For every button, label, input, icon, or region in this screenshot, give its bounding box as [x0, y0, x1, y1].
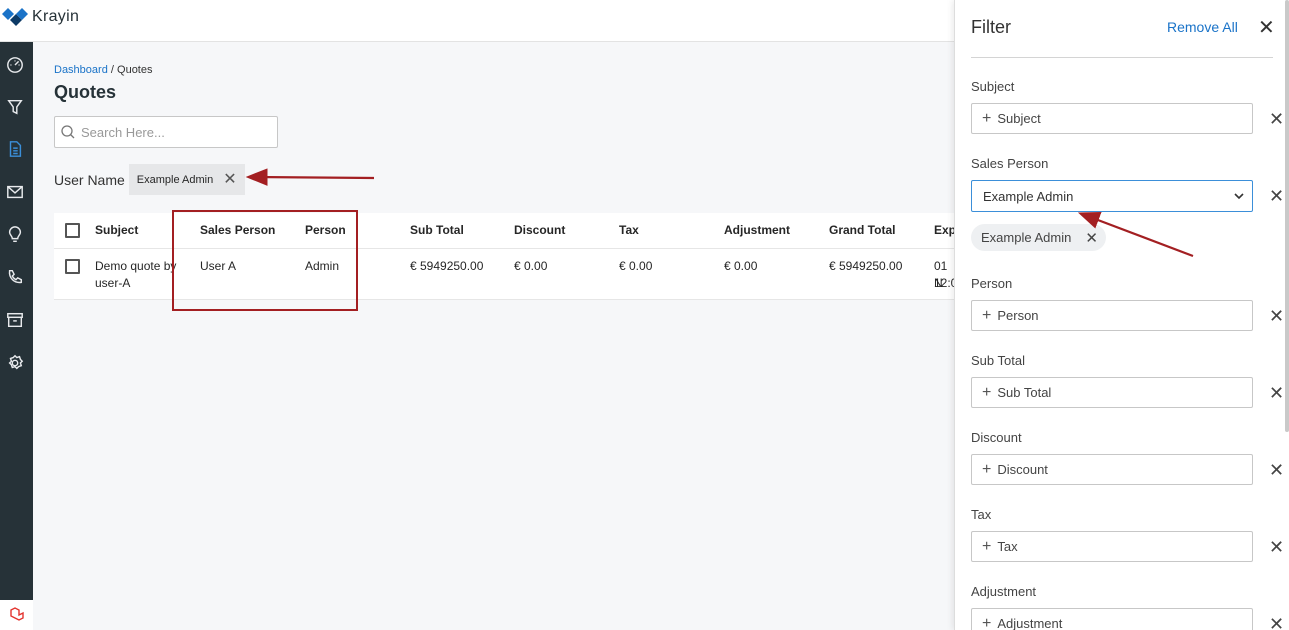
header-expired[interactable]: Exp: [934, 222, 956, 239]
tax-clear-icon[interactable]: ✕: [1269, 538, 1284, 556]
active-filter-chip: Example Admin ✕: [128, 164, 245, 195]
dashboard-icon[interactable]: [4, 54, 26, 76]
sales-person-chip-text: Example Admin: [981, 230, 1072, 245]
page-title: Quotes: [54, 82, 117, 102]
cell-discount: € 0.00: [514, 259, 548, 273]
active-filter-label: User Name: [54, 171, 125, 188]
subject-filter-field[interactable]: + Subject: [971, 103, 1253, 134]
cell-tax: € 0.00: [619, 259, 653, 273]
mail-icon[interactable]: [4, 181, 26, 203]
sales-person-clear-icon[interactable]: ✕: [1269, 187, 1284, 205]
phone-icon[interactable]: [4, 266, 26, 288]
filter-panel-header: Filter Remove All ✕: [971, 16, 1275, 58]
filter-icon[interactable]: [4, 96, 26, 118]
sub-total-label: Sub Total: [971, 353, 1025, 368]
search-box[interactable]: [54, 116, 278, 148]
person-label: Person: [971, 276, 1013, 291]
cell-adjustment: € 0.00: [724, 259, 758, 273]
annotation-highlight-box: [172, 210, 358, 311]
person-filter-placeholder: Person: [997, 308, 1039, 323]
sub-total-filter-field[interactable]: + Sub Total: [971, 377, 1253, 408]
sales-person-select[interactable]: Example Admin: [971, 180, 1253, 212]
plus-icon: +: [982, 614, 992, 630]
header-discount[interactable]: Discount: [514, 222, 565, 239]
plus-icon: +: [982, 460, 992, 478]
discount-label: Discount: [971, 430, 1022, 445]
header-adjustment[interactable]: Adjustment: [724, 222, 790, 239]
sub-total-clear-icon[interactable]: ✕: [1269, 384, 1284, 402]
settings-icon[interactable]: [4, 352, 26, 374]
plus-icon: +: [982, 383, 992, 401]
chip-close-icon[interactable]: ✕: [1085, 229, 1098, 247]
person-filter-field[interactable]: + Person: [971, 300, 1253, 331]
app-name: Krayin: [32, 8, 80, 25]
app-logo[interactable]: Krayin: [2, 8, 79, 26]
filter-panel: Filter Remove All ✕ Subject + Subject ✕ …: [954, 0, 1289, 630]
adjustment-filter-placeholder: Adjustment: [997, 616, 1063, 630]
subject-clear-icon[interactable]: ✕: [1269, 110, 1284, 128]
subject-label: Subject: [971, 79, 1015, 94]
plus-icon: +: [982, 109, 992, 127]
adjustment-filter-field[interactable]: + Adjustment: [971, 608, 1253, 630]
panel-scrollbar[interactable]: [1285, 0, 1289, 432]
chip-close-icon[interactable]: ✕: [223, 171, 236, 188]
header-sub-total[interactable]: Sub Total: [410, 222, 464, 239]
breadcrumb-current: Quotes: [117, 64, 153, 76]
sidebar: [0, 42, 33, 630]
plus-icon: +: [982, 537, 992, 555]
sales-person-label: Sales Person: [971, 156, 1049, 171]
header-subject[interactable]: Subject: [95, 222, 138, 239]
chevron-down-icon: [1234, 193, 1244, 200]
subject-filter-placeholder: Subject: [997, 111, 1041, 126]
search-icon: [61, 125, 75, 139]
tax-filter-field[interactable]: + Tax: [971, 531, 1253, 562]
main-content: Dashboard / Quotes Quotes User Name Exam…: [33, 42, 957, 630]
discount-filter-placeholder: Discount: [997, 462, 1048, 477]
adjustment-label: Adjustment: [971, 584, 1037, 599]
header-tax[interactable]: Tax: [619, 222, 639, 239]
active-filter-row: User Name Example Admin ✕: [54, 164, 245, 195]
krayin-logo-icon: [2, 8, 28, 26]
breadcrumb-separator: /: [110, 64, 114, 76]
close-icon[interactable]: ✕: [1258, 18, 1275, 38]
search-input[interactable]: [81, 124, 261, 140]
active-filter-chip-text: Example Admin: [136, 173, 214, 186]
bulb-icon[interactable]: [4, 224, 26, 246]
remove-all-button[interactable]: Remove All: [1167, 19, 1238, 35]
sales-person-chip: Example Admin ✕: [971, 224, 1106, 251]
archive-icon[interactable]: [4, 309, 26, 331]
cell-sub-total: € 5949250.00: [410, 259, 484, 273]
plus-icon: +: [982, 306, 992, 324]
breadcrumb-dashboard-link[interactable]: Dashboard: [54, 64, 108, 76]
tax-label: Tax: [971, 507, 992, 522]
person-clear-icon[interactable]: ✕: [1269, 307, 1284, 325]
tax-filter-placeholder: Tax: [997, 539, 1018, 554]
row-checkbox[interactable]: [65, 259, 80, 274]
breadcrumb: Dashboard / Quotes: [54, 64, 152, 76]
laravel-debug-icon[interactable]: [0, 600, 33, 630]
quotes-icon[interactable]: [4, 138, 26, 160]
cell-grand-total: € 5949250.00: [829, 259, 903, 273]
sub-total-filter-placeholder: Sub Total: [997, 385, 1052, 400]
select-all-checkbox[interactable]: [65, 223, 80, 238]
filter-panel-title: Filter: [971, 17, 1011, 37]
header-grand-total[interactable]: Grand Total: [829, 222, 895, 239]
sales-person-selected-value: Example Admin: [983, 188, 1074, 204]
discount-filter-field[interactable]: + Discount: [971, 454, 1253, 485]
discount-clear-icon[interactable]: ✕: [1269, 461, 1284, 479]
adjustment-clear-icon[interactable]: ✕: [1269, 615, 1284, 630]
